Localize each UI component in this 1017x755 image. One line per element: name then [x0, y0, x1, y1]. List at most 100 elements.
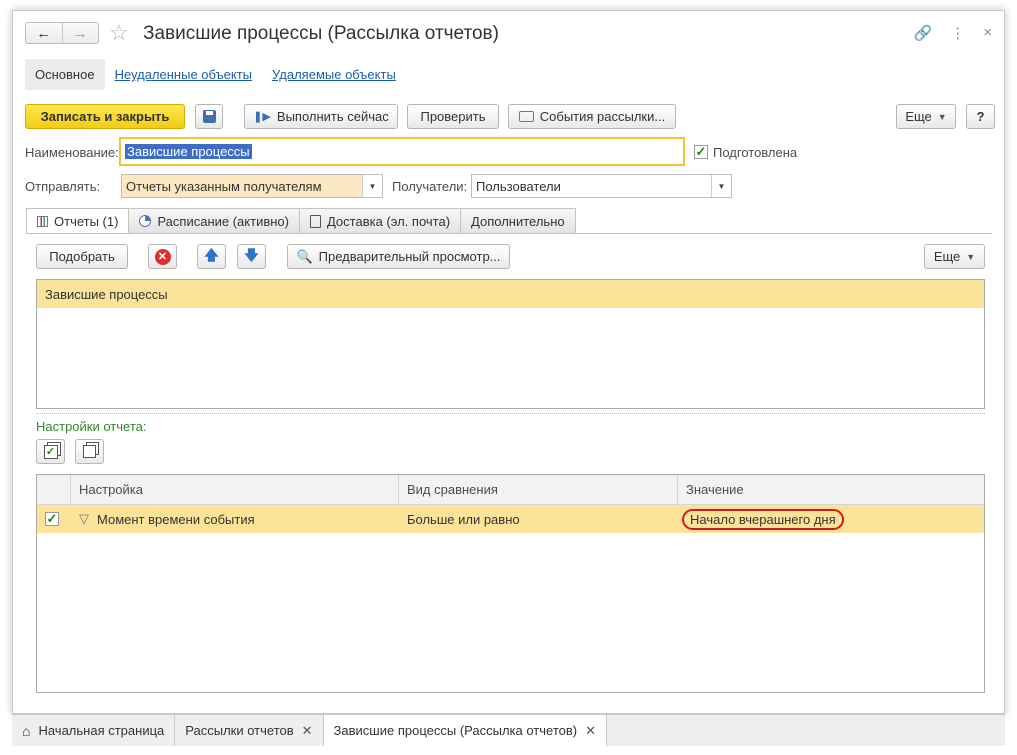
column-header-comparison[interactable]: Вид сравнения [399, 475, 678, 504]
favorite-star-icon[interactable]: ☆ [109, 20, 129, 46]
tab-reports-label: Отчеты (1) [54, 214, 119, 229]
dropdown-arrow-icon[interactable]: ▼ [711, 175, 731, 197]
delete-x-icon: ✕ [154, 248, 171, 265]
uncheck-all-icon [83, 445, 96, 458]
setting-name: Момент времени события [97, 511, 255, 527]
chevron-down-icon: ▼ [937, 111, 947, 122]
taskbar: ⌂ Начальная страница Рассылки отчетов ✕ … [12, 714, 1005, 746]
arrow-down-icon: 🡇 [244, 246, 259, 263]
value-text: Начало вчерашнего дня [682, 508, 844, 530]
section-main[interactable]: Основное [25, 59, 105, 90]
tab-schedule-label: Расписание (активно) [157, 213, 289, 229]
splitter[interactable] [36, 413, 985, 414]
send-label: Отправлять: [25, 179, 101, 194]
main-tabs: Отчеты (1) Расписание (активно) Доставка… [26, 208, 576, 234]
checkmark-icon: ✓ [695, 144, 707, 159]
preview-label: Предварительный просмотр... [318, 249, 501, 264]
tab-delivery[interactable]: Доставка (эл. почта) [298, 208, 462, 233]
value-cell[interactable]: Начало вчерашнего дня [678, 505, 984, 533]
tab-divider [26, 233, 992, 234]
events-label: События рассылки... [539, 109, 666, 124]
check-all-icon: ✓ [43, 444, 58, 459]
forward-arrow-icon[interactable]: → [61, 23, 99, 43]
save-close-button[interactable]: Записать и закрыть [25, 104, 185, 129]
events-button[interactable]: События рассылки... [508, 104, 676, 129]
floppy-disk-icon [202, 110, 216, 123]
section-not-deleted[interactable]: Неудаленные объекты [105, 59, 262, 90]
nav-buttons: ← → [25, 22, 99, 44]
column-header-value[interactable]: Значение [678, 475, 984, 504]
taskbar-tab-mailings[interactable]: Рассылки отчетов ✕ [175, 715, 324, 746]
form-window: ← → ☆ Зависшие процессы (Рассылка отчето… [12, 10, 1005, 714]
more-button[interactable]: Еще ▼ [896, 104, 956, 129]
arrow-up-icon: 🡅 [204, 246, 219, 263]
window-title: Зависшие процессы (Рассылка отчетов) [143, 23, 499, 44]
run-now-button[interactable]: ❚▶ Выполнить сейчас [244, 104, 398, 129]
pick-button[interactable]: Подобрать [36, 244, 128, 269]
name-field[interactable]: Зависшие процессы [119, 137, 685, 166]
magnifier-icon: 🔍 [296, 248, 313, 264]
window-tools: 🔗 ⋮ × [914, 24, 992, 42]
taskbar-home-label: Начальная страница [38, 723, 165, 738]
settings-title: Настройки отчета: [36, 419, 147, 434]
table-row[interactable]: Зависшие процессы [37, 280, 984, 308]
chevron-down-icon: ▼ [966, 251, 976, 262]
prepared-checkbox[interactable]: ✓ [694, 144, 708, 159]
check-all-button[interactable]: ✓ [36, 439, 65, 464]
recipients-select[interactable]: Пользователи ▼ [471, 174, 732, 198]
taskbar-tab-current[interactable]: Зависшие процессы (Рассылка отчетов) ✕ [323, 715, 608, 746]
form-sections: Основное Неудаленные объекты Удаляемые о… [25, 59, 406, 90]
recipients-value: Пользователи [476, 178, 561, 194]
clock-icon [139, 215, 152, 227]
help-button[interactable]: ? [966, 104, 995, 129]
dropdown-arrow-icon[interactable]: ▼ [362, 175, 382, 197]
settings-table: Настройка Вид сравнения Значение ✓ ▽ Мом… [36, 474, 985, 693]
run-now-label: Выполнить сейчас [276, 109, 389, 124]
run-icon: ❚▶ [253, 111, 271, 123]
close-icon[interactable]: ✕ [302, 723, 313, 739]
move-up-button[interactable]: 🡅 [197, 244, 226, 269]
recipients-label: Получатели: [392, 179, 468, 194]
back-arrow-icon[interactable]: ← [26, 23, 62, 43]
row-checkbox[interactable]: ✓ [45, 511, 59, 526]
settings-header: Настройка Вид сравнения Значение [37, 475, 984, 505]
send-value: Отчеты указанным получателям [126, 178, 322, 194]
report-name: Зависшие процессы [45, 286, 168, 302]
name-label: Наименование: [25, 145, 119, 160]
close-icon[interactable]: × [983, 24, 992, 42]
checkbox-column-header [37, 475, 71, 504]
report-icon [37, 216, 48, 227]
close-icon[interactable]: ✕ [585, 723, 596, 739]
preview-button[interactable]: 🔍 Предварительный просмотр... [287, 244, 510, 269]
tab-additional[interactable]: Дополнительно [460, 208, 576, 233]
taskbar-tab-mailings-label: Рассылки отчетов [185, 723, 294, 738]
tab-reports[interactable]: Отчеты (1) [26, 208, 130, 234]
checkmark-icon: ✓ [46, 511, 58, 526]
taskbar-home[interactable]: ⌂ Начальная страница [12, 715, 176, 746]
home-icon: ⌂ [22, 722, 31, 739]
delete-button[interactable]: ✕ [148, 244, 177, 269]
row-checkbox-cell: ✓ [37, 505, 71, 533]
uncheck-all-button[interactable] [75, 439, 104, 464]
filter-icon: ▽ [79, 511, 89, 526]
comparison-cell[interactable]: Больше или равно [399, 505, 678, 533]
events-icon [518, 111, 534, 122]
save-button[interactable] [195, 104, 223, 129]
section-to-delete[interactable]: Удаляемые объекты [262, 59, 406, 90]
check-button[interactable]: Проверить [407, 104, 499, 129]
move-down-button[interactable]: 🡇 [237, 244, 266, 269]
clipboard-icon [309, 214, 321, 228]
setting-cell[interactable]: ▽ Момент времени события [71, 505, 399, 533]
link-icon[interactable]: 🔗 [914, 24, 933, 42]
name-value: Зависшие процессы [125, 144, 252, 159]
tab-delivery-label: Доставка (эл. почта) [326, 213, 451, 229]
taskbar-tab-current-label: Зависшие процессы (Рассылка отчетов) [333, 723, 578, 738]
tab-schedule[interactable]: Расписание (активно) [128, 208, 300, 233]
send-select[interactable]: Отчеты указанным получателям ▼ [121, 174, 383, 198]
prepared-label: Подготовлена [713, 145, 798, 160]
column-header-setting[interactable]: Настройка [71, 475, 399, 504]
more-menu-icon[interactable]: ⋮ [950, 24, 965, 42]
tab-additional-label: Дополнительно [471, 213, 565, 229]
table-row[interactable]: ✓ ▽ Момент времени события Больше или ра… [37, 505, 984, 533]
reports-more-button[interactable]: Еще ▼ [924, 244, 985, 269]
